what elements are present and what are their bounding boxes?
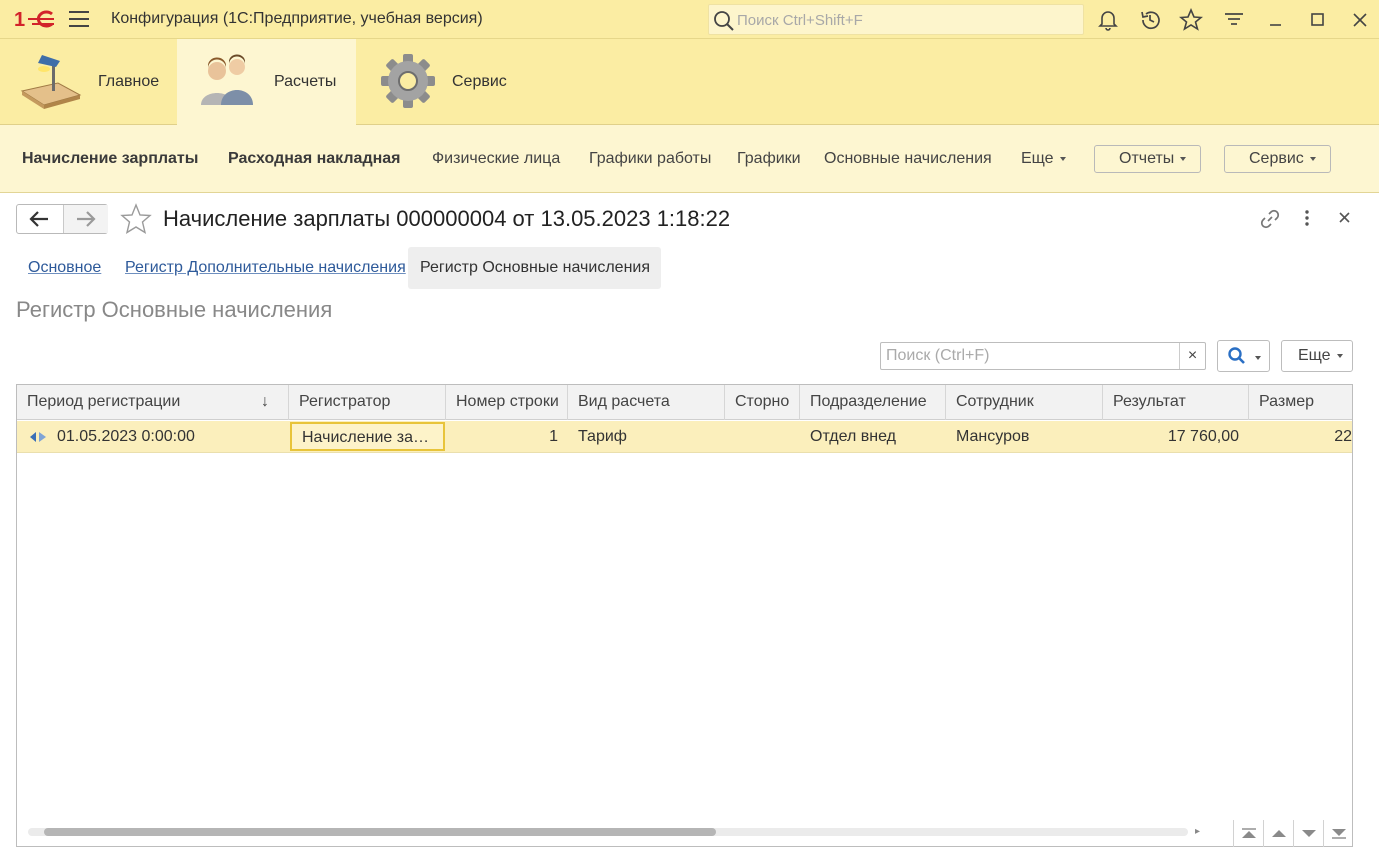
chevron-down-icon (1309, 156, 1316, 161)
tab-main[interactable]: Основное (28, 247, 101, 289)
service-button[interactable]: Сервис (1224, 145, 1331, 173)
column-header-storno[interactable]: Сторно (725, 385, 800, 420)
table-row[interactable]: 01.05.2023 0:00:00 Начисление зарплаты 0… (17, 421, 1352, 453)
column-header-size[interactable]: Размер (1249, 385, 1352, 420)
cmd-more[interactable]: Еще (1021, 150, 1066, 168)
favorite-star-icon[interactable] (120, 203, 152, 235)
maximize-icon[interactable] (1306, 8, 1330, 32)
table-search: × (880, 342, 1206, 370)
minimize-icon[interactable] (1264, 8, 1288, 32)
close-form-icon[interactable] (1333, 207, 1357, 231)
cell-size: 22 (1334, 428, 1352, 445)
section-label: Расчеты (274, 73, 337, 90)
column-header-employee[interactable]: Сотрудник (946, 385, 1103, 420)
arrow-left-icon (29, 211, 48, 227)
group-title: Регистр Основные начисления (16, 297, 333, 322)
gear-icon (381, 54, 435, 108)
find-button[interactable] (1217, 340, 1270, 372)
section-main[interactable]: Главное (0, 39, 177, 125)
section-calculations[interactable]: Расчеты (177, 39, 356, 125)
register-table[interactable]: Период регистрации ↓ Регистратор Номер с… (16, 384, 1353, 847)
form-title: Начисление зарплаты 000000004 от 13.05.2… (163, 206, 731, 231)
nav-buttons (16, 204, 108, 234)
horizontal-scrollbar[interactable] (28, 828, 1188, 836)
bell-icon[interactable] (1096, 8, 1120, 32)
global-search-input[interactable] (735, 9, 1075, 31)
column-header-period[interactable]: Период регистрации ↓ (17, 385, 289, 420)
list-pager (1233, 820, 1353, 847)
chevron-down-icon (1180, 156, 1187, 161)
commands-panel: Начисление зарплаты Расходная накладная … (0, 125, 1379, 193)
cmd-schedules[interactable]: Графики (737, 150, 801, 168)
cmd-salary-accrual[interactable]: Начисление зарплаты (22, 150, 198, 168)
column-header-line-number[interactable]: Номер строки (446, 385, 568, 420)
cmd-sales-invoice[interactable]: Расходная накладная (228, 150, 401, 168)
sections-panel: Главное Расчеты Сервис (0, 39, 1379, 125)
app-title: Конфигурация (1С:Предприятие, учебная ве… (111, 10, 483, 27)
section-service[interactable]: Сервис (356, 39, 526, 125)
table-header: Период регистрации ↓ Регистратор Номер с… (17, 385, 1352, 420)
cell-department: Отдел внед (810, 428, 896, 445)
cell-storno (725, 421, 800, 452)
arrow-right-icon (77, 211, 96, 227)
last-page-icon[interactable] (1323, 820, 1353, 847)
more-actions-icon[interactable] (1295, 207, 1319, 231)
title-bar: 1 Конфигурация (1С:Предприятие, учебная … (0, 0, 1379, 39)
cell-period: 01.05.2023 0:00:00 (57, 428, 195, 445)
scroll-right-icon[interactable]: ▸ (1195, 826, 1200, 837)
tab-basic-accruals-register[interactable]: Регистр Основные начисления (408, 247, 661, 289)
cell-result: 17 760,00 (1167, 428, 1239, 445)
section-label: Сервис (452, 73, 507, 90)
clear-search-icon[interactable]: × (1179, 343, 1205, 369)
prev-page-icon[interactable] (1263, 820, 1293, 847)
global-search[interactable] (708, 4, 1084, 35)
link-icon[interactable] (1258, 207, 1282, 231)
service-label: Сервис (1249, 150, 1304, 167)
column-header-calc-type[interactable]: Вид расчета (568, 385, 725, 420)
column-header-label: Период регистрации (27, 393, 181, 410)
table-search-input[interactable] (884, 346, 1174, 366)
record-movement-icon (30, 432, 46, 442)
cmd-work-schedules[interactable]: Графики работы (589, 150, 711, 168)
history-icon[interactable] (1138, 8, 1162, 32)
section-label: Главное (98, 73, 160, 90)
sort-descending-icon: ↓ (261, 393, 269, 410)
next-page-icon[interactable] (1293, 820, 1323, 847)
cell-registrar[interactable]: Начисление зарплаты 000000004 от 13.05.2… (290, 422, 445, 451)
reports-label: Отчеты (1119, 150, 1175, 167)
table-more-label: Еще (1298, 347, 1331, 364)
svg-text:1: 1 (14, 9, 25, 30)
favorites-icon[interactable] (1179, 8, 1203, 32)
chevron-down-icon (1059, 156, 1066, 161)
desk-lamp-icon (20, 55, 82, 109)
column-header-department[interactable]: Подразделение (800, 385, 946, 420)
functions-menu-icon[interactable] (1222, 8, 1246, 32)
close-icon[interactable] (1348, 8, 1372, 32)
chevron-down-icon (1336, 353, 1343, 358)
search-icon (714, 11, 734, 31)
people-icon (201, 54, 253, 105)
forward-button[interactable] (63, 205, 108, 233)
first-page-icon[interactable] (1233, 820, 1263, 847)
tab-additional-accruals-register[interactable]: Регистр Дополнительные начисления (125, 247, 406, 289)
reports-button[interactable]: Отчеты (1094, 145, 1201, 173)
main-menu-icon[interactable] (69, 11, 89, 27)
column-header-registrar[interactable]: Регистратор (289, 385, 446, 420)
back-button[interactable] (17, 205, 62, 233)
cell-employee: Мансуров (956, 428, 1030, 445)
1c-logo-icon[interactable]: 1 (14, 8, 56, 30)
cell-calc-type: Тариф (578, 428, 627, 445)
cmd-individuals[interactable]: Физические лица (432, 150, 560, 168)
table-more-button[interactable]: Еще (1281, 340, 1353, 372)
search-icon (1228, 347, 1261, 364)
scrollbar-thumb[interactable] (44, 828, 716, 836)
column-header-result[interactable]: Результат (1103, 385, 1249, 420)
cell-line-number: 1 (549, 428, 558, 445)
cmd-basic-accruals[interactable]: Основные начисления (824, 150, 992, 168)
cmd-more-label: Еще (1021, 150, 1054, 167)
